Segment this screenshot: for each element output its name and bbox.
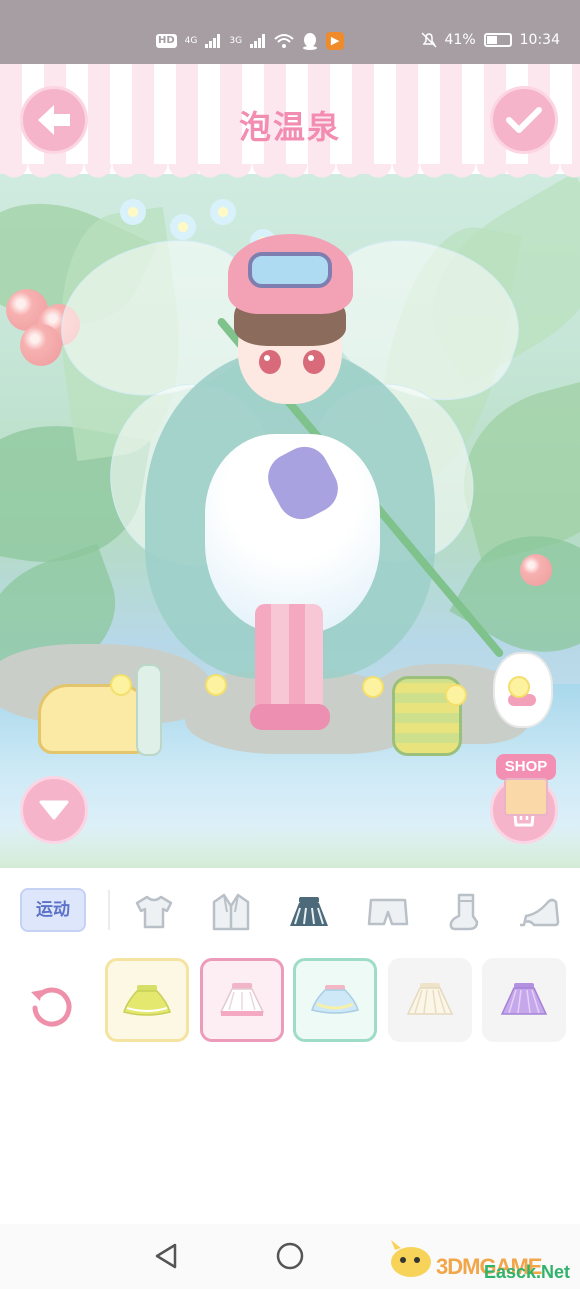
signal-bars-icon — [250, 34, 266, 48]
category-row: 运动 — [0, 868, 580, 956]
shop-button[interactable]: SHOP — [496, 754, 556, 818]
berry — [20, 324, 62, 366]
shop-icon — [504, 778, 548, 816]
tab-socks[interactable] — [440, 890, 488, 934]
wardrobe-panel: 运动 — [0, 868, 580, 1224]
heel-icon — [520, 898, 560, 927]
tab-pants[interactable] — [364, 890, 412, 934]
mute-bell-icon — [420, 32, 437, 48]
nav-home-button[interactable] — [272, 1238, 308, 1274]
dress-up-scene: 泡温泉 SHOP — [0, 64, 580, 868]
duffel-bag — [38, 684, 150, 754]
skirt-thumbnail — [500, 983, 548, 1015]
clock: 10:34 — [519, 32, 560, 48]
coin — [508, 676, 530, 698]
item-cream-pleated-skirt[interactable] — [388, 958, 472, 1042]
flower — [210, 199, 236, 225]
back-button[interactable] — [20, 86, 88, 154]
sim2-signal: 3G — [229, 36, 243, 46]
coin — [205, 674, 227, 696]
status-bar: HD 4G 3G ▶ 41% 10:34 — [0, 0, 580, 64]
awning-scallop — [0, 164, 580, 188]
shorts-icon — [367, 898, 409, 926]
reset-button[interactable] — [24, 978, 80, 1034]
skirt-icon — [290, 897, 328, 926]
flower — [170, 214, 196, 240]
status-left-icons: HD 4G 3G ▶ — [156, 32, 345, 50]
tab-top[interactable] — [130, 890, 178, 934]
battery-percent: 41% — [444, 32, 476, 48]
item-yellow-tutu-skirt[interactable] — [105, 958, 189, 1042]
category-chip[interactable]: 运动 — [20, 888, 86, 932]
signal-bars-icon — [205, 34, 221, 48]
berry — [520, 554, 552, 586]
back-triangle-icon — [155, 1243, 177, 1269]
status-right-icons: 41% 10:34 — [420, 32, 560, 48]
collapse-scene-button[interactable] — [20, 776, 88, 844]
video-app-icon: ▶ — [326, 32, 345, 50]
character-shoes — [250, 704, 330, 730]
character-goggles — [248, 252, 332, 288]
chevron-down-icon — [39, 800, 69, 820]
refresh-icon — [31, 987, 72, 1027]
confirm-button[interactable] — [490, 86, 558, 154]
coin — [445, 684, 467, 706]
flower — [120, 199, 146, 225]
sock-icon — [449, 893, 479, 931]
qq-icon — [303, 33, 318, 50]
tab-shoes[interactable] — [515, 890, 563, 934]
character-leggings — [255, 604, 323, 714]
hd-badge: HD — [156, 34, 177, 48]
arrow-left-icon — [38, 105, 70, 135]
shop-label: SHOP — [496, 754, 556, 780]
item-white-pink-skirt[interactable] — [200, 958, 284, 1042]
home-circle-icon — [276, 1242, 304, 1270]
sim1-signal: 4G — [184, 36, 198, 46]
character-eyes — [259, 350, 325, 374]
skirt-thumbnail — [123, 985, 171, 1016]
item-row — [0, 956, 580, 1056]
battery-icon — [483, 33, 512, 47]
tab-coat[interactable] — [207, 890, 255, 934]
coin — [362, 676, 384, 698]
skirt-thumbnail — [311, 985, 359, 1014]
item-blue-frilled-skirt[interactable] — [293, 958, 377, 1042]
item-lavender-pleated-skirt[interactable] — [482, 958, 566, 1042]
skirt-thumbnail — [219, 983, 265, 1016]
foreground-leaves — [0, 824, 580, 868]
water-bottle — [136, 664, 162, 756]
coin — [110, 674, 132, 696]
divider — [108, 890, 110, 930]
jacket-icon — [212, 893, 250, 931]
nav-back-button[interactable] — [148, 1238, 184, 1274]
skirt-thumbnail — [406, 983, 454, 1015]
watermark-mascot-icon — [391, 1240, 431, 1277]
wifi-icon — [274, 34, 294, 48]
tshirt-icon — [135, 895, 173, 929]
watermark-sub: Easck.Net — [484, 1262, 571, 1282]
tab-skirt[interactable] — [285, 890, 333, 934]
checkmark-icon — [506, 107, 542, 133]
